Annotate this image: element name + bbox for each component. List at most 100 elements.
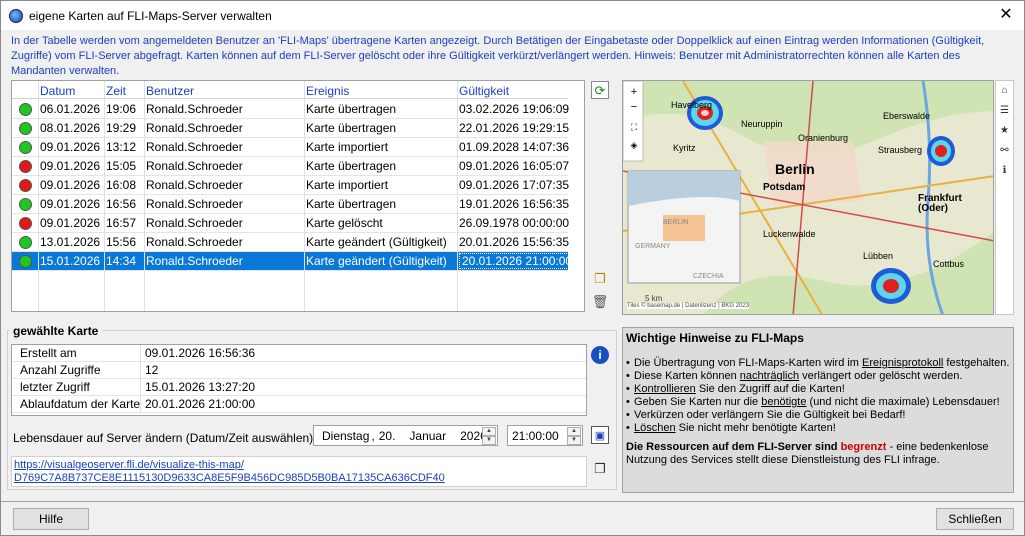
fullscreen-icon[interactable]: ⛶ [627,120,641,135]
cell-datum: 09.01.2026 [40,216,101,230]
info-icon[interactable]: i [591,346,609,364]
cell-gueltigkeit: 03.02.2026 19:06:09 [459,102,570,116]
column-header[interactable]: Gültigkeit [459,84,509,98]
map-url-link[interactable]: https://visualgeoserver.fli.de/visualize… [11,456,587,487]
map-label-eberswalde: Eberswalde [883,111,931,121]
layers-icon[interactable]: ◈ [627,138,641,153]
column-header[interactable]: Ereignis [306,84,349,98]
status-red-icon [18,216,32,230]
selected-card-properties: Erstellt am 09.01.2026 16:56:36 Anzahl Zug… [11,344,587,416]
property-row: Erstellt am 09.01.2026 16:56:36 [12,345,586,362]
column-header[interactable]: Datum [40,84,75,98]
cell-zeit: 19:29 [106,121,137,135]
map-attribution: Tiles © basemap.de | Datenlizenz | BKG 2… [627,303,750,309]
cell-datum: 09.01.2026 [40,178,101,192]
cell-ereignis: Karte übertragen [306,159,397,173]
expiry-date-picker[interactable]: Dienstag , 20. Januar 2026 ▲ ▼ [313,425,498,446]
table-row[interactable]: 09.01.2026 13:12 Ronald.Schroeder Karte imp… [12,138,569,157]
cell-benutzer: Ronald.Schroeder [146,254,243,268]
table-row[interactable]: 08.01.2026 19:29 Ronald.Schroeder Karte übe… [12,119,569,138]
property-value: 15.01.2026 13:27:20 [145,380,256,394]
cell-gueltigkeit: 20.01.2026 15:56:35 [459,235,570,249]
info-icon[interactable]: ℹ [996,161,1013,181]
cell-datum: 06.01.2026 [40,102,101,116]
instructions-text: In der Tabelle werden vom angemeldeten B… [11,35,985,77]
property-value: 20.01.2026 21:00:00 [145,397,256,411]
map-label-lubben: Lübben [863,251,894,261]
status-green-icon [18,235,32,249]
property-value: 12 [145,363,159,377]
cell-datum: 13.01.2026 [40,235,101,249]
property-key: Anzahl Zugriffe [20,363,101,377]
zoom-in-button[interactable]: + [627,85,641,100]
delete-trash-icon[interactable]: 🗑 [591,293,609,311]
map-preview[interactable]: Havelberg Berlin Potsdam Frankfurt (Oder… [622,80,994,315]
status-green-icon [18,197,32,211]
inset-label-berlin: BERLIN [663,219,689,226]
notes-panel: Wichtige Hinweise zu FLI-Maps Die Übertr… [622,327,1014,493]
status-red-icon [18,178,32,192]
window-title: eigene Karten auf FLI-Maps-Server verwal… [29,8,272,23]
column-divider [144,81,145,311]
copy-url-icon[interactable]: ❐ [591,460,609,478]
table-row[interactable]: 09.01.2026 16:57 Ronald.Schroeder Karte gel… [12,214,569,233]
table-row[interactable]: 15.01.2026 14:34 Ronald.Schroeder Karte geä… [12,252,576,271]
column-divider [457,81,458,311]
close-window-button[interactable]: ✕ [998,7,1014,23]
lifetime-label: Lebensdauer auf Server ändern (Datum/Zei… [13,431,320,445]
cell-ereignis: Karte gelöscht [306,216,383,230]
time-spinner[interactable]: ▲ ▼ [567,427,581,445]
map-label-havelberg: Havelberg [671,100,713,110]
map-label-potsdam: Potsdam [763,182,806,193]
property-row: Anzahl Zugriffe 12 [12,362,586,379]
status-red-icon [18,159,32,173]
help-button[interactable]: Hilfe [13,508,89,530]
expiry-time-picker[interactable]: 21:00:00 ▲ ▼ [507,425,583,446]
note-item: Verkürzen oder verlängern Sie die Gültig… [626,409,1010,422]
column-header[interactable]: Zeit [106,84,126,98]
home-icon[interactable]: ⌂ [996,81,1013,101]
events-table[interactable]: Datum Zeit Benutzer Ereignis Gültigkeit 06.01… [11,80,585,312]
property-key: Ablaufdatum der Karte [20,397,141,411]
dialog-window: eigene Karten auf FLI-Maps-Server verwal… [0,0,1025,536]
cell-benutzer: Ronald.Schroeder [146,235,243,249]
refresh-icon[interactable]: ⟳ [591,81,609,99]
table-row[interactable]: 09.01.2026 15:05 Ronald.Schroeder Karte übe… [12,157,569,176]
cell-benutzer: Ronald.Schroeder [146,197,243,211]
cell-datum: 09.01.2026 [40,197,101,211]
apply-date-icon[interactable]: ▣ [591,426,609,444]
cell-zeit: 13:12 [106,140,137,154]
map-label-strausberg: Strausberg [878,145,923,155]
table-row[interactable]: 06.01.2026 19:06 Ronald.Schroeder Karte übe… [12,100,570,119]
cell-benutzer: Ronald.Schroeder [146,178,243,192]
cell-ereignis: Karte übertragen [306,197,397,211]
cell-zeit: 19:06 [106,102,137,116]
map-label-oranienburg: Oranienburg [798,133,849,143]
cell-ereignis: Karte geändert (Gültigkeit) [306,235,447,249]
star-icon[interactable]: ★ [996,121,1013,141]
title-bar: eigene Karten auf FLI-Maps-Server verwal… [1,1,1024,30]
cell-datum: 08.01.2026 [40,121,101,135]
share-icon[interactable]: ⚯ [996,141,1013,161]
date-spinner[interactable]: ▲ ▼ [482,427,496,445]
status-green-icon [18,254,32,268]
map-label-neuruppin: Neuruppin [741,119,783,129]
cell-ereignis: Karte importiert [306,140,389,154]
status-green-icon [18,102,32,116]
column-header[interactable]: Benutzer [146,84,194,98]
cell-benutzer: Ronald.Schroeder [146,159,243,173]
table-row[interactable]: 09.01.2026 16:08 Ronald.Schroeder Karte imp… [12,176,569,195]
note-item: Geben Sie Karten nur die benötigte (und … [626,396,1010,409]
list-icon[interactable]: ☰ [996,101,1013,121]
property-value: 09.01.2026 16:56:36 [145,346,256,360]
map-scale: 5 km [645,294,663,303]
cell-datum: 15.01.2026 [40,254,101,268]
zoom-out-button[interactable]: − [627,100,641,115]
inset-label-czechia: CZECHIA [693,273,724,280]
table-row[interactable]: 09.01.2026 16:56 Ronald.Schroeder Karte übe… [12,195,569,214]
app-logo-icon [9,8,23,23]
table-row[interactable]: 13.01.2026 15:56 Ronald.Schroeder Karte geä… [12,233,570,252]
note-item: Diese Karten können nachträglich verläng… [626,370,1010,383]
copy-map-icon[interactable]: ❐ [591,270,609,288]
close-button[interactable]: Schließen [936,508,1014,530]
